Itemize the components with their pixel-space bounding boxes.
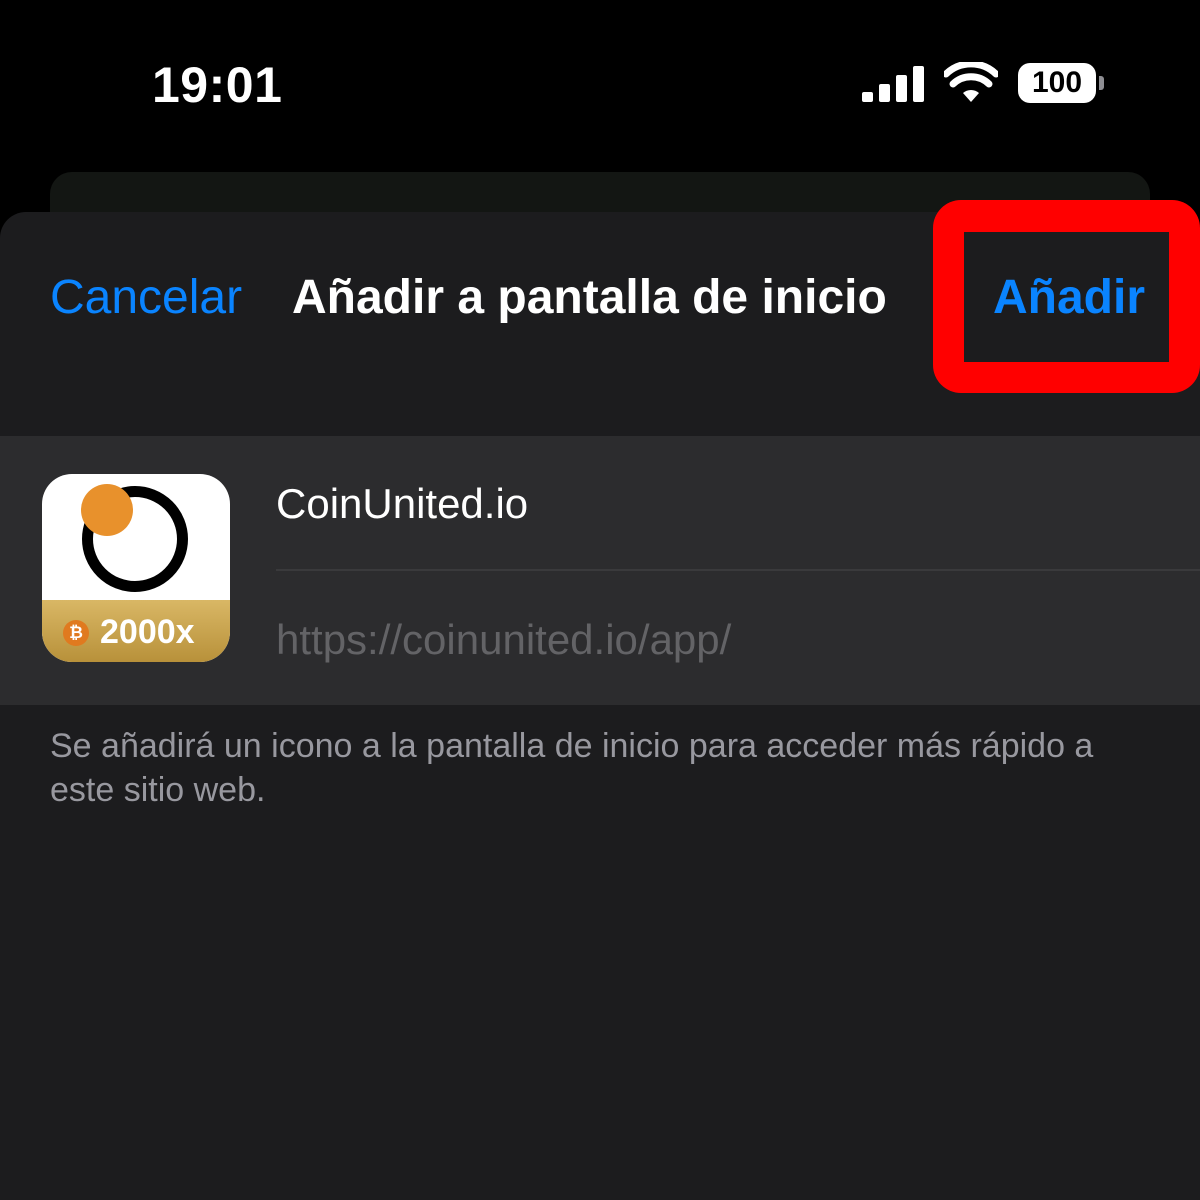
orange-dot-icon [81,484,133,536]
url-field: https://coinunited.io/app/ [276,616,732,663]
add-button[interactable]: Añadir [993,270,1145,326]
divider [276,569,1200,571]
status-time: 19:01 [152,57,283,113]
battery-level: 100 [1018,63,1096,103]
app-icon-badge-label: 2000x [100,613,195,651]
bitcoin-icon: ₿ [63,620,89,646]
wifi-icon [944,62,998,102]
footnote-text: Se añadirá un icono a la pantalla de ini… [50,727,1094,809]
sheet-title: Añadir a pantalla de inicio [292,271,887,324]
battery-icon: 100 [1018,63,1106,105]
name-input[interactable]: CoinUnited.io [276,476,1176,532]
cancel-button[interactable]: Cancelar [50,270,242,326]
battery-tip [1099,76,1104,90]
screen: 19:01 100 Cancelar Añadir a pantalla de … [0,0,1200,1200]
cellular-signal-icon [862,66,924,102]
